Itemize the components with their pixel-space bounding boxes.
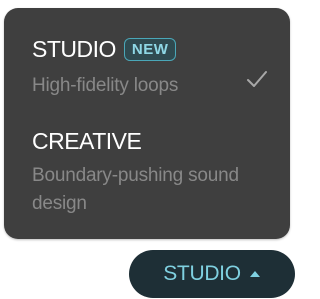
option-title: STUDIO: [32, 36, 116, 62]
option-title-row: STUDIO NEW: [32, 34, 177, 64]
mode-selector: STUDIO NEW High-fidelity loops CREATIVE …: [0, 0, 296, 299]
mode-select-button[interactable]: STUDIO: [129, 250, 295, 298]
menu-option-studio[interactable]: STUDIO NEW High-fidelity loops: [4, 30, 290, 110]
selected-mode-label: STUDIO: [163, 262, 241, 285]
checkmark-icon: [247, 71, 267, 87]
option-title: CREATIVE: [32, 128, 142, 154]
caret-up-icon: [249, 271, 260, 277]
option-title-row: CREATIVE: [32, 126, 142, 156]
mode-dropdown-menu: STUDIO NEW High-fidelity loops CREATIVE …: [4, 8, 290, 239]
menu-option-creative[interactable]: CREATIVE Boundary-pushing sound design: [4, 126, 290, 230]
option-description: Boundary-pushing sound design: [32, 165, 239, 214]
option-description: High-fidelity loops: [32, 75, 179, 96]
new-badge: NEW: [123, 37, 177, 61]
